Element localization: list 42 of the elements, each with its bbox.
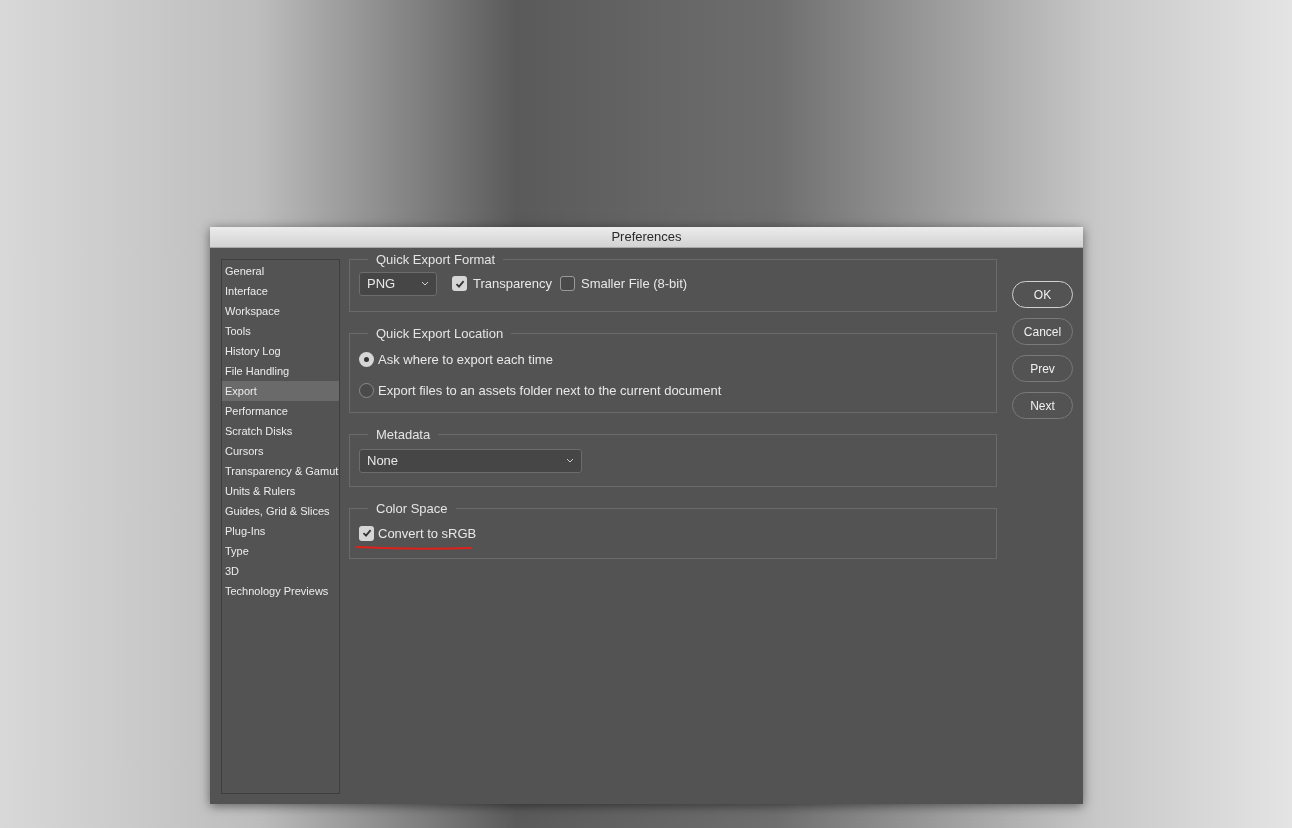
- dropdown[interactable]: PNG: [359, 271, 437, 296]
- checkbox-label: Convert to sRGB: [378, 524, 477, 543]
- sidebar-item[interactable]: Scratch Disks: [222, 421, 339, 441]
- chevron-down-icon: [566, 458, 574, 463]
- sidebar-item[interactable]: Interface: [222, 281, 339, 301]
- checkbox[interactable]: [560, 276, 575, 291]
- sidebar-item[interactable]: Performance: [222, 401, 339, 421]
- sidebar-item[interactable]: General: [222, 261, 339, 281]
- checkbox-label: Transparency: [473, 274, 552, 293]
- sidebar-item[interactable]: Type: [222, 541, 339, 561]
- dialog-button[interactable]: Next: [1012, 392, 1073, 419]
- checkbox[interactable]: [452, 276, 467, 291]
- sidebar-item[interactable]: History Log: [222, 341, 339, 361]
- chevron-down-icon: [421, 281, 429, 286]
- radio-label: Export files to an assets folder next to the current document: [378, 382, 722, 400]
- sidebar-item[interactable]: Tools: [222, 321, 339, 341]
- sidebar-item[interactable]: Technology Previews: [222, 581, 339, 601]
- sidebar-item[interactable]: Transparency & Gamut: [222, 461, 339, 481]
- group-title: Metadata: [375, 426, 432, 444]
- sidebar-item[interactable]: Units & Rulers: [222, 481, 339, 501]
- sidebar-item[interactable]: 3D: [222, 561, 339, 581]
- sidebar-item[interactable]: Cursors: [222, 441, 339, 461]
- radio-button[interactable]: [359, 383, 374, 399]
- group-title: Color Space: [375, 500, 449, 518]
- dropdown[interactable]: None: [359, 448, 582, 473]
- radio-label: Ask where to export each time: [378, 350, 553, 369]
- sidebar-item[interactable]: Export: [222, 381, 339, 401]
- dialog-button[interactable]: OK: [1012, 281, 1073, 308]
- radio-button[interactable]: [359, 351, 374, 367]
- checkbox-label: Smaller File (8-bit): [581, 274, 688, 293]
- dialog-button[interactable]: Prev: [1012, 355, 1073, 382]
- group-title: Quick Export Location: [375, 325, 505, 343]
- checkbox[interactable]: [359, 525, 374, 541]
- dialog-button[interactable]: Cancel: [1012, 318, 1073, 345]
- checkmark-icon: [361, 528, 372, 539]
- checkmark-icon: [454, 278, 465, 289]
- group-title: Quick Export Format: [375, 251, 497, 269]
- sidebar-item[interactable]: Plug-Ins: [222, 521, 339, 541]
- sidebar-item[interactable]: Workspace: [222, 301, 339, 321]
- window-title: Preferences: [611, 228, 682, 247]
- sidebar-item[interactable]: Guides, Grid & Slices: [222, 501, 339, 521]
- sidebar-item[interactable]: File Handling: [222, 361, 339, 381]
